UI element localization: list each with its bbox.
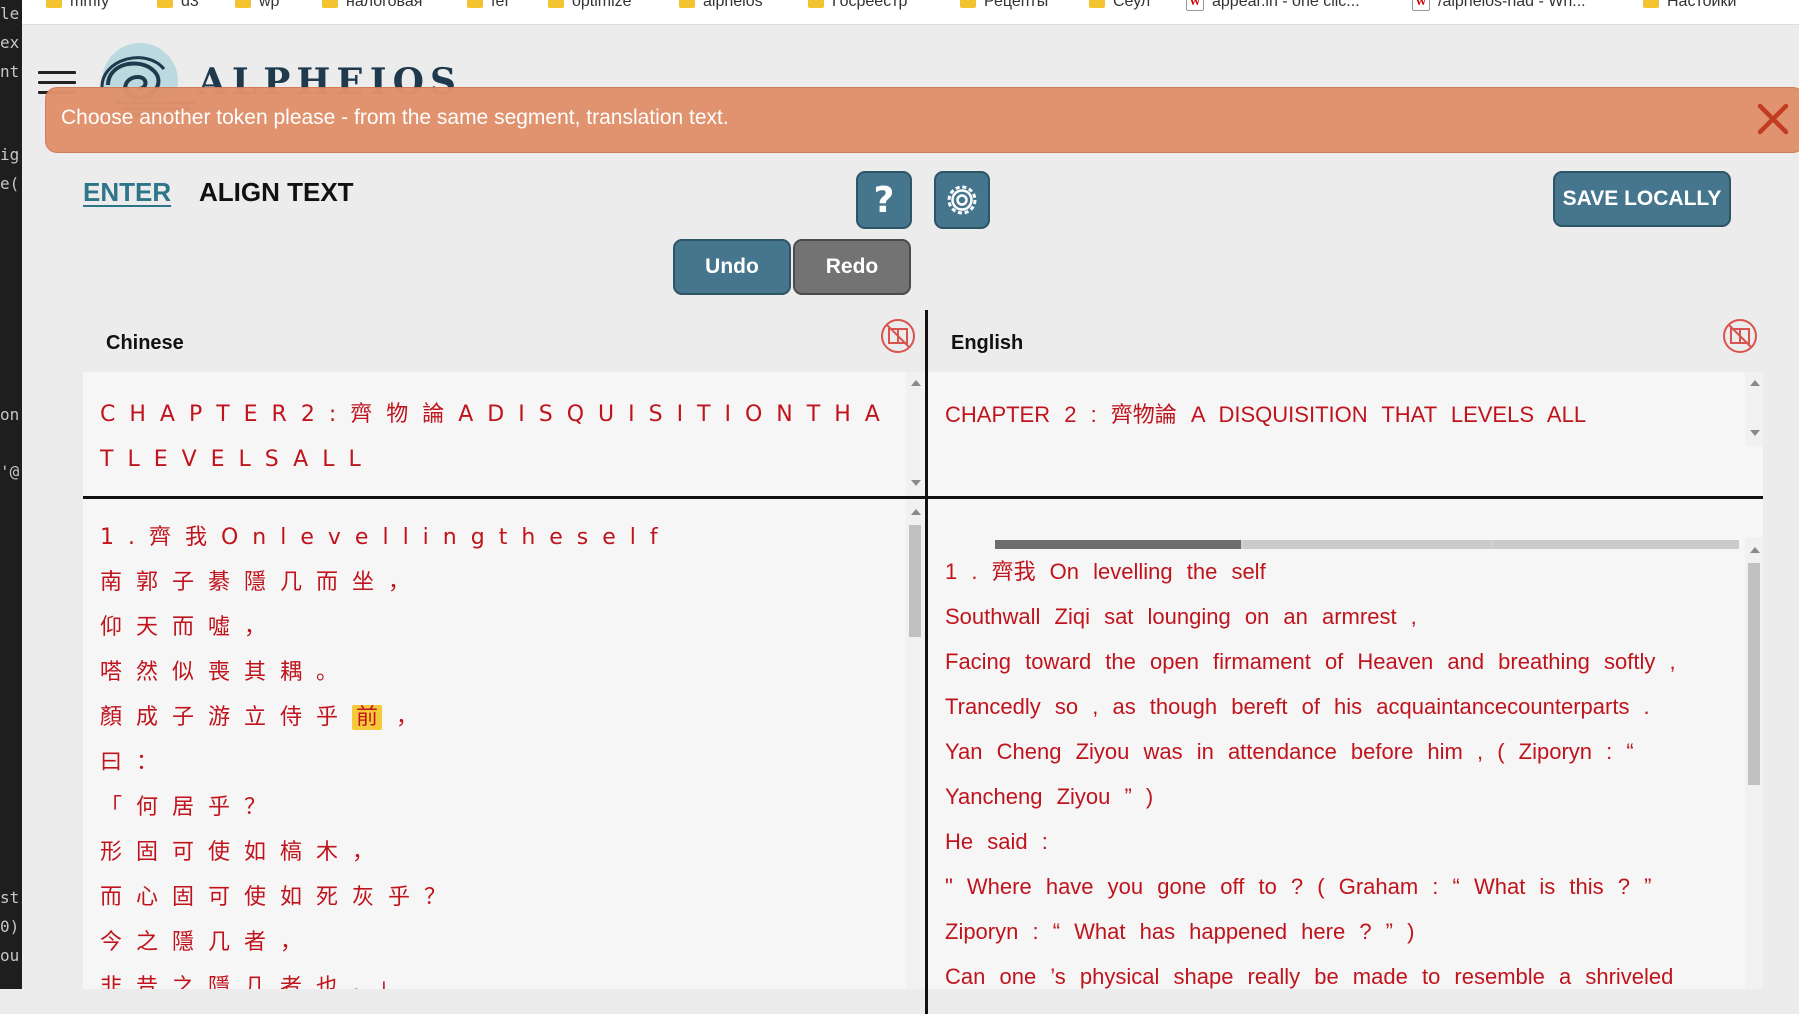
source-line: 非昔之隱几者也。」 [100, 975, 414, 989]
bookmark-item[interactable]: alpheios [679, 0, 763, 13]
source-line: 今之隱几者， [100, 930, 317, 955]
target-segment[interactable]: CHAPTER 2 : 齊物論 A DISQUISITION THAT LEVE… [928, 372, 1763, 496]
editor-fragment: le [0, 4, 20, 23]
target-line: Southwall Ziqi sat lounging on an armres… [945, 604, 1417, 629]
scrollbar-thumb[interactable] [909, 525, 921, 637]
target-line: Can one ’s physical shape really be made… [945, 964, 1674, 989]
source-line: 1.齊我Onlevellingtheself [100, 525, 672, 550]
bookmark-item[interactable]: Wappear.in - one clic... [1186, 0, 1360, 13]
bookmark-item[interactable]: W/alpheios-nad - Wh... [1412, 0, 1586, 13]
help-button[interactable]: ? [856, 171, 912, 229]
folder-icon [548, 0, 564, 8]
tab-enter[interactable]: ENTER [83, 177, 171, 208]
bookmark-item[interactable]: mmfy [46, 0, 109, 13]
gear-icon [947, 185, 977, 215]
folder-icon [1643, 0, 1659, 8]
scrollbar[interactable] [906, 372, 924, 496]
folder-icon [1089, 0, 1105, 8]
bookmarks-bar: mmfy d3 wp налоговая fef optimize alphei… [22, 0, 1799, 25]
target-line: Yancheng Ziyou ” ) [945, 784, 1154, 809]
source-line: CHAPTER2:齊物論ADISQUISITIONTHA [100, 402, 894, 427]
bookmark-item[interactable]: Настойки [1643, 0, 1736, 13]
editor-fragment: ig [0, 145, 20, 164]
close-icon[interactable] [1756, 102, 1790, 136]
no-metadata-icon[interactable] [880, 318, 916, 354]
editor-strip: le ex nt ig e( on '@ st 0) ou [0, 0, 22, 989]
alignment-editor: ALPHEIOS Choose another token please - f… [22, 25, 1799, 1014]
alert-banner: Choose another token please - from the s… [45, 87, 1799, 153]
folder-icon [808, 0, 824, 8]
settings-button[interactable] [934, 171, 990, 229]
bookmark-item[interactable]: wp [235, 0, 279, 13]
scrollbar[interactable] [1745, 372, 1763, 446]
progress-segment [1244, 540, 1490, 549]
source-language-label: Chinese [106, 332, 184, 354]
source-line: 嗒然似喪其耦。 [100, 660, 353, 685]
editor-fragment: ou [0, 946, 20, 965]
folder-icon [46, 0, 62, 8]
folder-icon [235, 0, 251, 8]
folder-icon [322, 0, 338, 8]
folder-icon [467, 0, 483, 8]
folder-icon [157, 0, 173, 8]
scrollbar[interactable] [1745, 537, 1763, 989]
source-line: 仰天而噓， [100, 615, 281, 640]
undo-button[interactable]: Undo [673, 239, 791, 295]
target-line: Ziporyn : “ What has happened here ? ” ) [945, 919, 1415, 944]
editor-fragment: '@ [0, 462, 20, 481]
target-line: " Where have you gone off to ? ( Graham … [945, 874, 1652, 899]
source-line: 顏成子游立侍乎前， [100, 705, 433, 730]
w-icon: W [1186, 0, 1204, 11]
selected-token[interactable]: 前 [352, 705, 383, 730]
bookmark-item[interactable]: d3 [157, 0, 199, 13]
source-line: 「何居乎？ [100, 795, 281, 820]
scrollbar-thumb[interactable] [1748, 563, 1760, 785]
source-segment[interactable]: 1.齊我Onlevellingtheself 南郭子綦隱几而坐， 仰天而噓， 嗒… [83, 499, 925, 989]
editor-fragment: ex [0, 33, 20, 52]
scrollbar[interactable] [906, 499, 924, 989]
folder-icon [960, 0, 976, 8]
source-line: 曰： [100, 750, 173, 775]
editor-fragment: e( [0, 174, 20, 193]
editor-fragment: nt [0, 62, 20, 81]
editor-fragment: on [0, 405, 20, 424]
target-segment[interactable]: 1 . 齊我 On levelling the self Southwall Z… [928, 499, 1763, 989]
source-segment[interactable]: CHAPTER2:齊物論ADISQUISITIONTHA TLEVELSALL [83, 372, 925, 496]
target-line: 1 . 齊我 On levelling the self [945, 559, 1266, 584]
source-line: 形固可使如槁木， [100, 840, 389, 865]
bookmark-item[interactable]: optimize [548, 0, 632, 13]
alignment-progress [995, 540, 1739, 549]
save-locally-button[interactable]: SAVE LOCALLY [1553, 171, 1731, 227]
target-line: CHAPTER 2 : 齊物論 A DISQUISITION THAT LEVE… [945, 402, 1587, 427]
question-icon: ? [873, 179, 895, 221]
bookmark-item[interactable]: Рецепты [960, 0, 1048, 13]
tab-align-text[interactable]: ALIGN TEXT [199, 177, 354, 208]
no-metadata-icon[interactable] [1722, 318, 1758, 354]
source-line: TLEVELSALL [100, 447, 375, 472]
target-language-label: English [951, 332, 1024, 354]
target-line: He said : [945, 829, 1048, 854]
target-line: Facing toward the open firmament of Heav… [945, 649, 1676, 674]
editor-fragment: st [0, 888, 20, 907]
w-icon: W [1412, 0, 1430, 11]
bookmark-item[interactable]: налоговая [322, 0, 422, 13]
progress-segment [995, 540, 1241, 549]
redo-button[interactable]: Redo [793, 239, 911, 295]
bookmark-item[interactable]: fef [467, 0, 509, 13]
editor-fragment: 0) [0, 917, 20, 936]
source-line: 而心固可使如死灰乎？ [100, 885, 461, 910]
source-line: 南郭子綦隱几而坐， [100, 570, 425, 595]
target-panel-header: English [928, 310, 1763, 372]
target-line: Trancedly so , as though bereft of his a… [945, 694, 1650, 719]
target-line: Yan Cheng Ziyou was in attendance before… [945, 739, 1634, 764]
progress-segment [1493, 540, 1739, 549]
bookmark-item[interactable]: Госреестр [808, 0, 907, 13]
folder-icon [679, 0, 695, 8]
bookmark-item[interactable]: Сеул [1089, 0, 1150, 13]
alert-message: Choose another token please - from the s… [61, 106, 729, 129]
source-panel-header: Chinese [83, 310, 925, 372]
